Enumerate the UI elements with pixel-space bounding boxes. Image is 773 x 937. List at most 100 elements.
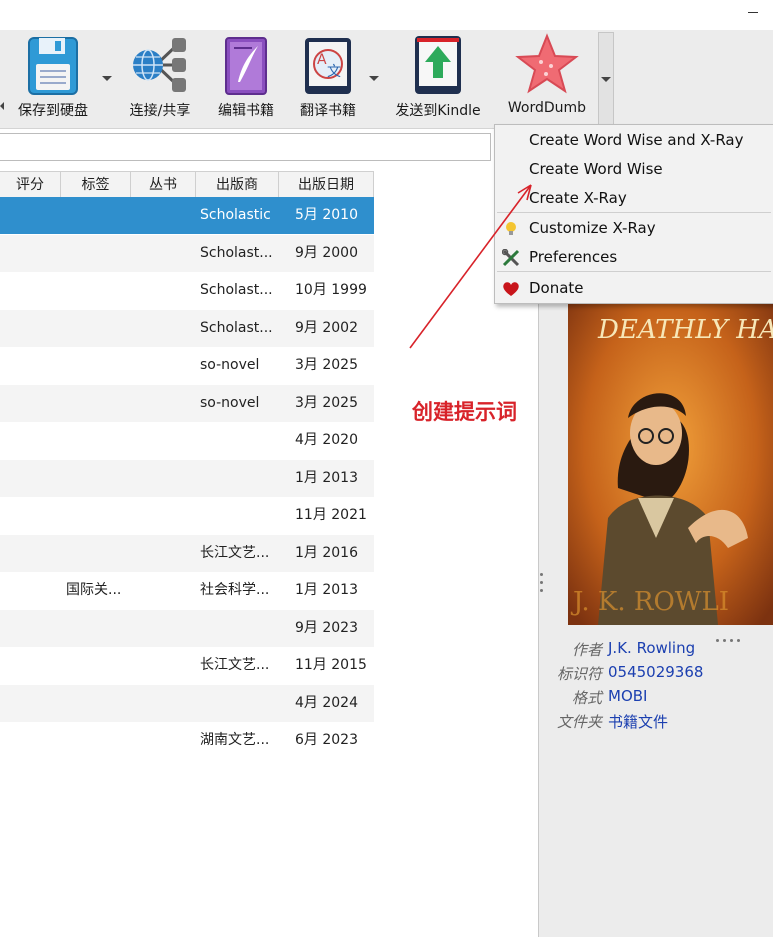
- search-input[interactable]: [0, 133, 491, 161]
- table-row[interactable]: Scholast... 10月 1999: [0, 272, 374, 309]
- worddumb-dropdown-toggle[interactable]: [598, 32, 614, 126]
- annotation-label: 创建提示词: [412, 400, 517, 424]
- table-row[interactable]: so-novel 3月 2025: [0, 347, 374, 384]
- column-header-tags[interactable]: 标签: [61, 172, 131, 198]
- translate-book-label: 翻译书籍: [300, 103, 356, 119]
- tools-icon: [502, 249, 520, 267]
- folder-link[interactable]: 书籍文件: [608, 711, 668, 732]
- menu-item-preferences[interactable]: Preferences: [495, 243, 773, 272]
- cell-tags: 国际关...: [66, 582, 122, 598]
- cover-art: DEATHLY HALLOWS J. K. ROWLI: [568, 298, 773, 625]
- cell-pubdate: 9月 2023: [295, 619, 358, 636]
- cell-pubdate: 11月 2021: [295, 507, 367, 523]
- format-key: 格式: [571, 689, 602, 707]
- send-to-kindle-icon: [415, 36, 461, 94]
- cell-pubdate: 10月 1999: [295, 282, 367, 298]
- cell-publisher: so-novel: [200, 394, 260, 411]
- table-row[interactable]: 4月 2020: [0, 422, 374, 459]
- folder-key: 文件夹: [556, 713, 602, 731]
- menu-item-donate[interactable]: Donate: [495, 274, 773, 303]
- cell-publisher: Scholast...: [200, 319, 273, 336]
- column-header-rating[interactable]: 评分: [0, 172, 61, 198]
- cell-pubdate: 6月 2023: [295, 732, 358, 748]
- table-row[interactable]: 11月 2021: [0, 497, 374, 534]
- table-row[interactable]: 长江文艺... 11月 2015: [0, 647, 374, 684]
- identifier-key: 标识符: [556, 665, 602, 683]
- splitter-grip-icon[interactable]: [540, 573, 543, 601]
- worddumb-menu: Create Word Wise and X-Ray Create Word W…: [494, 124, 773, 304]
- identifier-link[interactable]: 0545029368: [608, 663, 703, 681]
- column-header-pubdate[interactable]: 出版日期: [279, 172, 374, 198]
- cover-author-text: J. K. ROWLI: [570, 587, 729, 617]
- connect-share-button[interactable]: 连接/共享: [118, 30, 202, 128]
- send-to-kindle-button[interactable]: 发送到Kindle: [386, 30, 490, 128]
- translate-dropdown-arrow-icon[interactable]: [369, 76, 379, 81]
- cell-publisher: 长江文艺...: [200, 544, 270, 561]
- table-row[interactable]: 国际关... 社会科学... 1月 2013: [0, 572, 374, 609]
- cover-title-text: DEATHLY HALLOWS: [597, 315, 773, 345]
- worddumb-star-icon: [515, 33, 579, 94]
- table-row[interactable]: 9月 2023: [0, 609, 374, 647]
- cell-pubdate: 4月 2024: [295, 694, 358, 711]
- menu-item-label: Customize X-Ray: [529, 219, 656, 237]
- menu-item-label: Create X-Ray: [529, 189, 627, 207]
- floppy-disk-icon: [28, 37, 78, 95]
- cell-publisher: Scholast...: [200, 282, 273, 298]
- menu-separator: [497, 271, 771, 272]
- menu-item-label: Preferences: [529, 248, 618, 266]
- author-key: 作者: [571, 641, 602, 659]
- menu-item-customize-x-ray[interactable]: Customize X-Ray: [495, 214, 773, 243]
- cover-resize-grip-icon[interactable]: [716, 627, 744, 642]
- table-row[interactable]: Scholast... 9月 2002: [0, 309, 374, 347]
- cell-pubdate: 1月 2013: [295, 582, 358, 598]
- menu-item-create-x-ray[interactable]: Create X-Ray: [495, 184, 773, 213]
- worddumb-dropdown-arrow-icon: [601, 77, 611, 82]
- cell-pubdate: 11月 2015: [295, 657, 367, 673]
- author-link[interactable]: J.K. Rowling: [608, 639, 695, 657]
- menu-item-create-word-wise[interactable]: Create Word Wise: [495, 155, 773, 184]
- cell-publisher: Scholast...: [200, 244, 273, 261]
- book-cover[interactable]: DEATHLY HALLOWS J. K. ROWLI: [568, 298, 773, 625]
- cell-pubdate: 3月 2025: [295, 394, 358, 411]
- cell-publisher: so-novel: [200, 357, 260, 373]
- table-row[interactable]: Scholast... 9月 2000: [0, 234, 374, 272]
- cell-pubdate: 3月 2025: [295, 357, 358, 373]
- cell-pubdate: 9月 2002: [295, 319, 358, 336]
- cell-publisher: 长江文艺...: [200, 657, 270, 673]
- menu-separator: [497, 212, 771, 213]
- cell-pubdate: 4月 2020: [295, 432, 358, 448]
- edit-book-button[interactable]: 编辑书籍: [208, 30, 284, 128]
- worddumb-button[interactable]: WordDumb: [500, 30, 594, 128]
- format-link[interactable]: MOBI: [608, 687, 647, 705]
- svg-text:文: 文: [327, 64, 341, 80]
- table-row[interactable]: Scholastic 5月 2010: [0, 197, 374, 234]
- translate-book-icon: A 文: [305, 38, 351, 94]
- connect-share-label: 连接/共享: [129, 103, 191, 119]
- save-to-disk-button[interactable]: 保存到硬盘: [8, 30, 98, 128]
- minimize-button[interactable]: [746, 4, 760, 18]
- cell-pubdate: 5月 2010: [295, 207, 358, 223]
- heart-icon: [503, 282, 519, 296]
- toolbar-scroll-left-icon[interactable]: [0, 102, 4, 110]
- title-bar: [0, 0, 773, 30]
- table-row[interactable]: so-novel 3月 2025: [0, 384, 374, 422]
- translate-book-button[interactable]: A 文 翻译书籍: [290, 30, 366, 128]
- toolbar: 保存到硬盘 连接/共享 编辑书籍 A 文 翻译书籍 发送到Kindle Word…: [0, 30, 773, 129]
- menu-item-create-word-wise-and-x-ray[interactable]: Create Word Wise and X-Ray: [495, 126, 773, 155]
- cell-pubdate: 1月 2013: [295, 469, 358, 486]
- table-row[interactable]: 湖南文艺... 6月 2023: [0, 722, 374, 759]
- column-header-series[interactable]: 丛书: [131, 172, 196, 198]
- table-header: 评分 标签 丛书 出版商 出版日期: [0, 171, 374, 199]
- cell-publisher: 湖南文艺...: [200, 732, 270, 748]
- save-dropdown-arrow-icon[interactable]: [102, 76, 112, 81]
- network-share-icon: [133, 38, 186, 92]
- cell-publisher: Scholastic: [200, 207, 271, 223]
- cell-publisher: 社会科学...: [200, 582, 270, 598]
- svg-text:A: A: [317, 52, 327, 68]
- table-row[interactable]: 1月 2013: [0, 459, 374, 497]
- table-row[interactable]: 长江文艺... 1月 2016: [0, 534, 374, 572]
- column-header-publisher[interactable]: 出版商: [196, 172, 279, 198]
- save-to-disk-label: 保存到硬盘: [18, 103, 88, 119]
- table-row[interactable]: 4月 2024: [0, 684, 374, 722]
- menu-item-label: Create Word Wise and X-Ray: [529, 131, 744, 149]
